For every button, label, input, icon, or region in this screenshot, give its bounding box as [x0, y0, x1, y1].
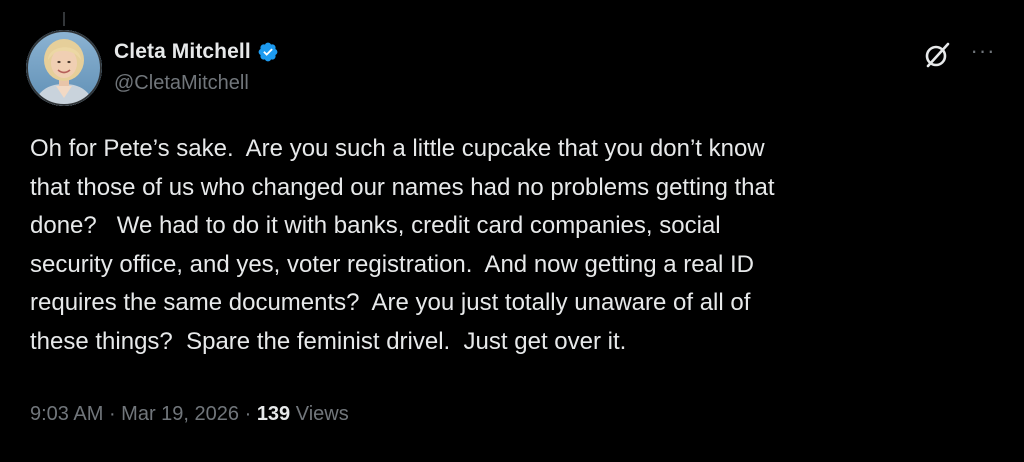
tweet-text-line: these things? Spare the feminist drivel.… [30, 327, 627, 355]
meta-separator: · [239, 403, 257, 425]
views-count[interactable]: 139 [257, 403, 290, 426]
tweet-metadata: 9:03 AM · Mar 19, 2026 · 139 Views [30, 403, 349, 426]
tweet-text-line: security office, and yes, voter registra… [30, 250, 754, 278]
author-handle[interactable]: @CletaMitchell [114, 72, 279, 95]
meta-separator: · [103, 403, 122, 425]
display-name[interactable]: Cleta Mitchell [114, 40, 251, 64]
avatar[interactable] [26, 30, 102, 106]
verified-badge-icon[interactable] [257, 41, 279, 63]
tweet-text-line: done? We had to do it with banks, credit… [30, 212, 721, 239]
tweet-text-line: Oh for Pete’s sake. Are you such a littl… [30, 135, 765, 162]
tweet-text-line: requires the same documents? Are you jus… [30, 289, 751, 316]
tweet-text: Oh for Pete’s sake. Are you such a littl… [30, 130, 990, 361]
views-label: Views [290, 403, 349, 425]
tweet-time[interactable]: 9:03 AM [30, 403, 103, 426]
tweet-date[interactable]: Mar 19, 2026 [121, 403, 239, 426]
grok-icon[interactable] [922, 40, 952, 70]
tweet-text-line: that those of us who changed our names h… [30, 173, 775, 201]
tweet-header: Cleta Mitchell @CletaMitchell ··· [26, 30, 998, 106]
author-names: Cleta Mitchell @CletaMitchell [114, 38, 279, 95]
thread-connector-line [63, 12, 65, 26]
display-name-row: Cleta Mitchell [114, 38, 279, 66]
more-options-icon[interactable]: ··· [968, 36, 998, 66]
